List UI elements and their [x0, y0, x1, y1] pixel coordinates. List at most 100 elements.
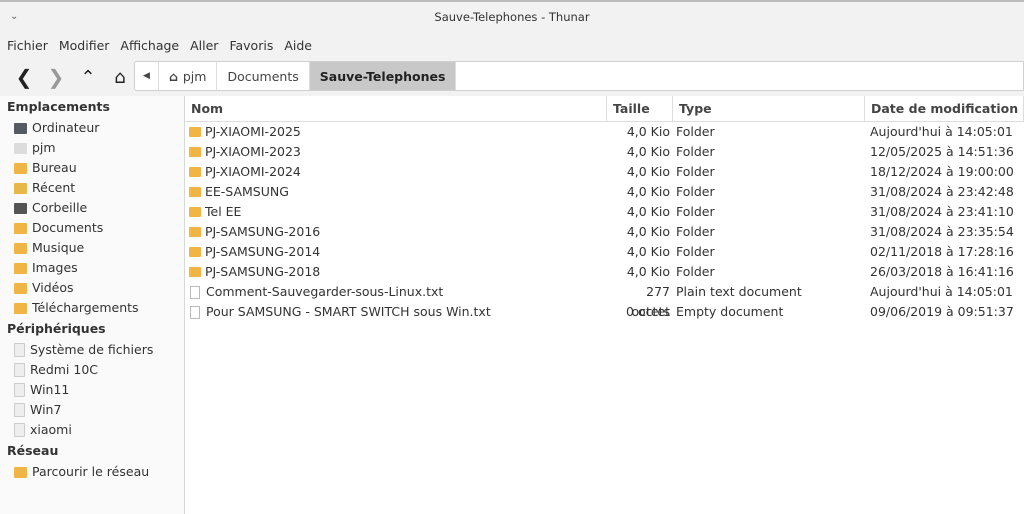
sidebar-item-vidéos[interactable]: Vidéos [0, 278, 184, 298]
folder-icon [14, 242, 27, 254]
sidebar-item-label: Ordinateur [32, 120, 100, 135]
folder-icon [189, 247, 201, 257]
file-name: Pour SAMSUNG - SMART SWITCH sous Win.txt [206, 304, 491, 319]
file-name: PJ-SAMSUNG-2014 [205, 244, 321, 259]
file-size: 4,0 Kio [626, 144, 670, 159]
file-date: 09/06/2019 à 09:51:37 [870, 304, 1014, 319]
file-type: Folder [676, 184, 715, 199]
sidebar-heading-network: Réseau [7, 443, 59, 458]
sidebar-item-système-de-fichiers[interactable]: Système de fichiers [0, 340, 184, 360]
file-size: 0 octet [626, 304, 670, 319]
up-icon[interactable]: ⌃ [72, 62, 104, 92]
column-header-2[interactable]: Type [673, 96, 865, 121]
menu-aller[interactable]: Aller [190, 38, 218, 53]
sidebar-item-musique[interactable]: Musique [0, 238, 184, 258]
menu-affichage[interactable]: Affichage [120, 38, 179, 53]
file-date: Aujourd'hui à 14:05:01 [870, 284, 1013, 299]
path-scroll-left-icon[interactable]: ◀ [135, 62, 159, 90]
menu-favoris[interactable]: Favoris [229, 38, 273, 53]
sidebar-item-label: Redmi 10C [30, 362, 99, 377]
file-row[interactable]: Tel EE 4,0 Kio Folder 31/08/2024 à 23:41:10 [185, 202, 1024, 222]
document-icon [190, 285, 200, 299]
sidebar-item-redmi-10c[interactable]: Redmi 10C [0, 360, 184, 380]
sidebar-item-parcourir-le-réseau[interactable]: Parcourir le réseau [0, 462, 184, 482]
sidebar-heading-places: Emplacements [7, 99, 110, 114]
location-bar: ◀ ⌂ pjm Documents Sauve-Telephones [134, 61, 1024, 91]
file-name-cell: EE-SAMSUNG [185, 182, 607, 202]
breadcrumb-pjm[interactable]: ⌂ pjm [159, 62, 218, 90]
recent-icon [14, 182, 27, 194]
breadcrumb-documents[interactable]: Documents [217, 62, 310, 90]
file-size: 4,0 Kio [626, 264, 670, 279]
file-size: 4,0 Kio [626, 224, 670, 239]
drive-icon [14, 403, 25, 417]
sidebar-item-images[interactable]: Images [0, 258, 184, 278]
menu-aide[interactable]: Aide [284, 38, 312, 53]
sidebar-item-corbeille[interactable]: Corbeille [0, 198, 184, 218]
drive-icon [14, 363, 25, 377]
home-icon: ⌂ [168, 68, 178, 84]
sidebar-item-label: Win11 [30, 382, 70, 397]
file-row[interactable]: Comment-Sauvegarder-sous-Linux.txt 277 oc… [185, 282, 1024, 319]
sidebar-item-téléchargements[interactable]: Téléchargements [0, 298, 184, 318]
drive-icon [14, 383, 25, 397]
folder-icon [14, 262, 27, 274]
folder-icon [189, 127, 201, 137]
folder-icon [189, 227, 201, 237]
sidebar-item-win11[interactable]: Win11 [0, 380, 184, 400]
file-size: 4,0 Kio [626, 164, 670, 179]
sidebar-item-xiaomi[interactable]: xiaomi [0, 420, 184, 440]
breadcrumb-label: pjm [182, 68, 207, 84]
file-row[interactable]: EE-SAMSUNG 4,0 Kio Folder 31/08/2024 à 23:4… [185, 182, 1024, 202]
file-row[interactable]: PJ-XIAOMI-2023 4,0 Kio Folder 12/05/2025 à … [185, 142, 1024, 162]
forward-icon[interactable]: ❯ [40, 62, 72, 92]
file-row[interactable]: PJ-XIAOMI-2024 4,0 Kio Folder 18/12/2024 à … [185, 162, 1024, 182]
file-date: 31/08/2024 à 23:35:54 [870, 224, 1014, 239]
file-name-cell: Tel EE [185, 202, 607, 222]
window-title: Sauve-Telephones - Thunar [434, 10, 590, 24]
column-header-0[interactable]: Nom [185, 96, 607, 121]
sidebar-item-label: Vidéos [32, 280, 74, 295]
trash-icon [14, 202, 27, 214]
file-row[interactable]: PJ-SAMSUNG-2016 4,0 Kio Folder 31/08/2024 à… [185, 222, 1024, 242]
sidebar-item-documents[interactable]: Documents [0, 218, 184, 238]
sidebar-item-bureau[interactable]: Bureau [0, 158, 184, 178]
folder-icon [189, 267, 201, 277]
file-row[interactable]: PJ-SAMSUNG-2014 4,0 Kio Folder 02/11/2018 à… [185, 242, 1024, 262]
file-name-cell: PJ-XIAOMI-2023 [185, 142, 607, 162]
sidebar-item-pjm[interactable]: pjm [0, 138, 184, 158]
file-row[interactable]: PJ-XIAOMI-2025 4,0 Kio Folder Aujourd'hui à… [185, 122, 1024, 142]
sidebar-item-ordinateur[interactable]: Ordinateur [0, 118, 184, 138]
sidebar-item-label: Téléchargements [32, 300, 139, 315]
file-name: Tel EE [205, 204, 242, 219]
sidebar-item-label: Parcourir le réseau [32, 464, 150, 479]
folder-icon [14, 282, 27, 294]
menu-bar: Fichier Modifier Affichage Aller Favoris Aide [0, 32, 1024, 58]
home-icon[interactable]: ⌂ [104, 62, 136, 92]
file-type: Folder [676, 144, 715, 159]
column-header-3[interactable]: Date de modification [865, 96, 1024, 121]
drive-icon [14, 423, 25, 437]
drive-icon [14, 343, 25, 357]
file-list: Nom Taille Type Date de modification PJ-XIA… [185, 96, 1024, 514]
file-date: 26/03/2018 à 16:41:16 [870, 264, 1014, 279]
breadcrumb-label: Documents [227, 68, 299, 84]
column-header-1[interactable]: Taille [607, 96, 673, 121]
sidebar-item-label: Récent [32, 180, 76, 195]
back-icon[interactable]: ❮ [8, 62, 40, 92]
file-row[interactable]: PJ-SAMSUNG-2018 4,0 Kio Folder 26/03/2018 à… [185, 262, 1024, 282]
file-row[interactable]: Pour SAMSUNG - SMART SWITCH sous Win.txt… [185, 302, 1024, 322]
sidebar-item-récent[interactable]: Récent [0, 178, 184, 198]
menu-fichier[interactable]: Fichier [7, 38, 48, 53]
sidebar-item-win7[interactable]: Win7 [0, 400, 184, 420]
menu-modifier[interactable]: Modifier [59, 38, 110, 53]
file-type: Empty document [676, 304, 784, 319]
file-type: Folder [676, 204, 715, 219]
breadcrumb-sauve-telephones[interactable]: Sauve-Telephones [309, 62, 457, 90]
file-type: Folder [676, 124, 715, 139]
file-size: 4,0 Kio [626, 204, 670, 219]
file-size: 4,0 Kio [626, 184, 670, 199]
folder-icon [189, 207, 201, 217]
window-menu-chevron-icon[interactable]: ⌄ [10, 2, 18, 32]
network-icon [14, 466, 27, 478]
